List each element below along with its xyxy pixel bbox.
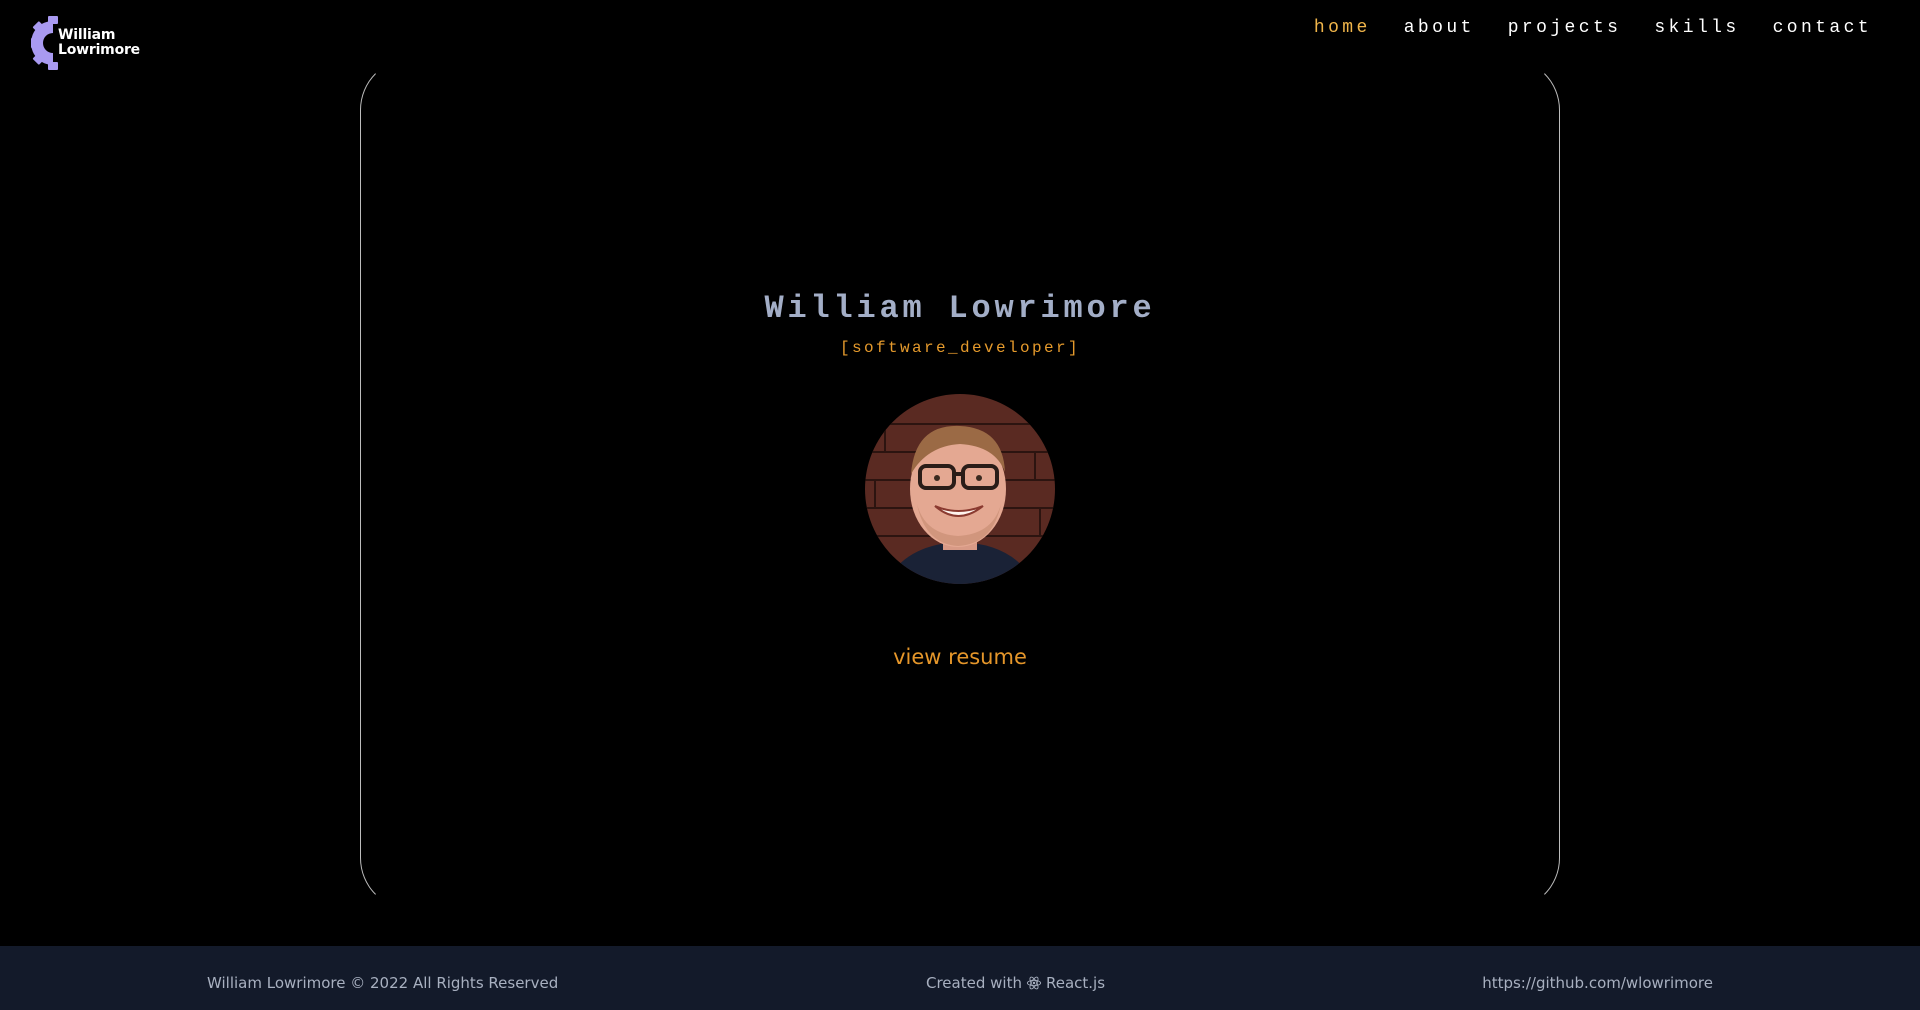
view-resume-link-wrap: view resume — [0, 645, 1920, 669]
main-nav: home about projects skills contact — [1314, 16, 1872, 40]
avatar — [865, 394, 1055, 584]
logo-line1: William — [58, 27, 116, 43]
logo-line2: Lowrimore — [58, 42, 140, 58]
footer-created-with: Created with React.js — [926, 974, 1105, 992]
nav-home[interactable]: home — [1314, 16, 1371, 40]
footer-created-tech: React.js — [1045, 974, 1106, 992]
footer-copyright: William Lowrimore © 2022 All Rights Rese… — [207, 974, 559, 992]
site-footer: William Lowrimore © 2022 All Rights Rese… — [0, 946, 1920, 1010]
hero-name: William Lowrimore — [764, 290, 1156, 327]
github-link[interactable]: https://github.com/wlowrimore — [1482, 974, 1713, 992]
nav-about[interactable]: about — [1404, 16, 1475, 40]
react-icon — [1026, 976, 1042, 990]
footer-created-prefix: Created with — [926, 974, 1022, 992]
hero-role: [software_developer] — [839, 339, 1081, 357]
view-resume-link[interactable]: view resume — [893, 645, 1027, 669]
nav-contact[interactable]: contact — [1773, 16, 1872, 40]
nav-projects[interactable]: projects — [1508, 16, 1622, 40]
nav-skills[interactable]: skills — [1654, 16, 1739, 40]
logo[interactable]: William Lowrimore — [30, 14, 142, 72]
